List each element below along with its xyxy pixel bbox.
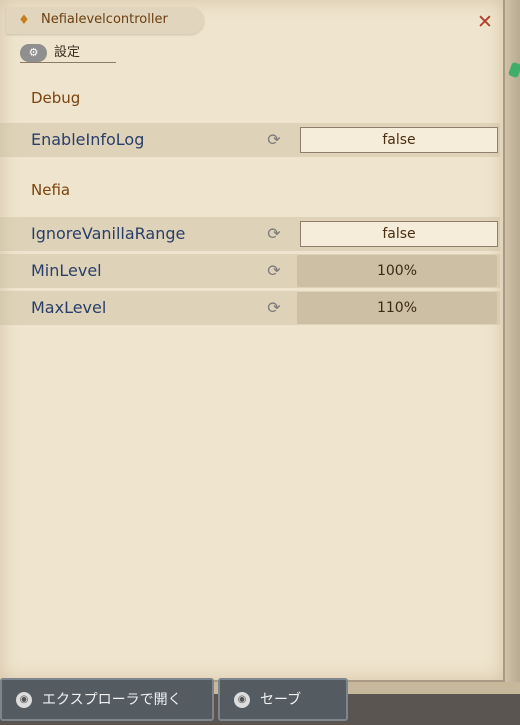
section-title-nefia: Nefia <box>31 181 71 199</box>
minlevel-slider[interactable]: 100% <box>297 255 497 287</box>
open-in-explorer-button[interactable]: ◉ エクスプローラで開く <box>0 678 214 721</box>
setting-row-ignorevanillarange: IgnoreVanillaRange ⟳ false <box>0 217 500 251</box>
save-label: セーブ <box>260 692 302 708</box>
reset-icon[interactable]: ⟳ <box>264 131 284 149</box>
lantern-icon: ♦ <box>18 13 30 28</box>
open-in-explorer-label: エクスプローラで開く <box>42 692 182 708</box>
reset-icon[interactable]: ⟳ <box>264 262 284 280</box>
maxlevel-slider[interactable]: 110% <box>297 292 497 324</box>
window-edge-right <box>505 0 520 690</box>
setting-label: MinLevel <box>31 261 102 280</box>
reset-icon[interactable]: ⟳ <box>264 225 284 243</box>
tab-settings[interactable]: ⚙ 設定 <box>20 44 116 63</box>
setting-label: EnableInfoLog <box>31 130 145 149</box>
setting-row-maxlevel: MaxLevel ⟳ 110% <box>0 291 500 325</box>
save-button[interactable]: ◉ セーブ <box>218 678 348 721</box>
setting-row-enableinfolog: EnableInfoLog ⟳ false <box>0 123 500 157</box>
window-title: Nefialevelcontroller <box>41 12 168 27</box>
setting-label: IgnoreVanillaRange <box>31 224 186 243</box>
gear-icon: ⚙ <box>20 44 47 62</box>
enableinfolog-toggle[interactable]: false <box>300 127 498 153</box>
close-button[interactable]: ✕ <box>475 11 495 33</box>
save-icon: ◉ <box>234 692 250 708</box>
setting-row-minlevel: MinLevel ⟳ 100% <box>0 254 500 288</box>
settings-panel: ♦ Nefialevelcontroller ✕ ⚙ 設定 Debug Enab… <box>0 0 505 682</box>
folder-icon: ◉ <box>16 692 32 708</box>
setting-label: MaxLevel <box>31 298 107 317</box>
section-title-debug: Debug <box>31 89 81 107</box>
reset-icon[interactable]: ⟳ <box>264 299 284 317</box>
tab-settings-label: 設定 <box>54 45 81 60</box>
ignorevanillarange-toggle[interactable]: false <box>300 221 498 247</box>
